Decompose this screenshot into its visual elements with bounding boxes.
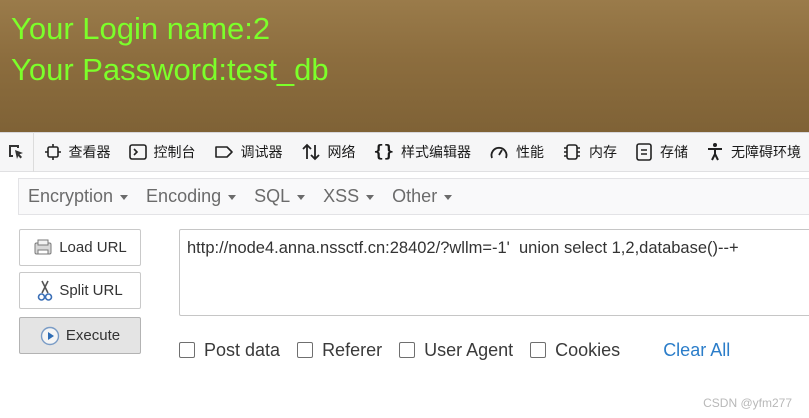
performance-icon bbox=[490, 146, 508, 159]
url-text: http://node4.anna.nssctf.cn:28402/?wllm=… bbox=[187, 239, 739, 257]
clear-all-link[interactable]: Clear All bbox=[663, 340, 730, 361]
tab-console-label: 控制台 bbox=[153, 145, 196, 161]
tab-debugger-label: 调试器 bbox=[240, 145, 283, 161]
request-options: Post data Referer User Agent Cookies Cle… bbox=[179, 338, 730, 362]
tab-memory[interactable]: 内存 bbox=[552, 132, 625, 172]
scissors-icon bbox=[38, 280, 53, 301]
tab-debugger[interactable]: 调试器 bbox=[204, 132, 291, 172]
execute-button[interactable]: Execute bbox=[19, 317, 141, 354]
tab-network[interactable]: 网络 bbox=[291, 132, 364, 172]
chevron-down-icon bbox=[366, 195, 375, 200]
user-agent-option[interactable]: User Agent bbox=[399, 340, 513, 361]
menu-other-label: Other bbox=[392, 186, 438, 206]
memory-icon bbox=[564, 144, 580, 160]
page-output: Your Login name:2 Your Password:test_db bbox=[0, 0, 809, 132]
referer-checkbox[interactable] bbox=[297, 342, 314, 358]
menu-xss-label: XSS bbox=[323, 186, 360, 206]
tab-accessibility[interactable]: 无障碍环境 bbox=[696, 132, 809, 172]
tab-accessibility-label: 无障碍环境 bbox=[731, 145, 801, 161]
menu-xss[interactable]: XSS bbox=[314, 178, 383, 215]
cookies-checkbox[interactable] bbox=[530, 342, 547, 358]
referer-label: Referer bbox=[322, 339, 383, 360]
chevron-down-icon bbox=[444, 195, 453, 200]
user-agent-checkbox[interactable] bbox=[399, 342, 416, 358]
devtools-toolbar: 查看器 控制台 调试器 网络 {} 样式编辑器 性能 内存 存储 无障碍环境 bbox=[0, 132, 809, 172]
menu-sql-label: SQL bbox=[254, 186, 291, 206]
play-icon bbox=[40, 326, 60, 345]
execute-label: Execute bbox=[65, 327, 121, 344]
menu-other[interactable]: Other bbox=[383, 178, 461, 215]
post-data-checkbox[interactable] bbox=[179, 342, 195, 358]
hackbar-menubar: Encryption Encoding SQL XSS Other bbox=[18, 178, 809, 215]
tab-storage[interactable]: 存储 bbox=[625, 132, 696, 172]
style-editor-icon: {} bbox=[373, 142, 394, 162]
tab-memory-label: 内存 bbox=[589, 145, 617, 161]
post-data-option[interactable]: Post data bbox=[179, 340, 280, 361]
login-name-text: Your Login name:2 bbox=[11, 11, 271, 46]
accessibility-icon bbox=[708, 143, 722, 161]
tab-inspector[interactable]: 查看器 bbox=[34, 132, 119, 172]
network-icon bbox=[301, 143, 320, 161]
tab-performance-label: 性能 bbox=[516, 145, 544, 161]
tab-inspector-label: 查看器 bbox=[68, 145, 111, 161]
menu-encryption[interactable]: Encryption bbox=[19, 178, 137, 215]
chevron-down-icon bbox=[297, 195, 306, 200]
hackbar-panel: Encryption Encoding SQL XSS Other Load U… bbox=[0, 172, 809, 418]
tab-network-label: 网络 bbox=[327, 145, 356, 161]
cookies-label: Cookies bbox=[555, 339, 621, 360]
password-text: Your Password:test_db bbox=[11, 52, 329, 87]
console-icon bbox=[128, 144, 147, 160]
chevron-down-icon bbox=[120, 195, 129, 200]
load-url-icon bbox=[34, 239, 52, 254]
menu-encoding[interactable]: Encoding bbox=[137, 178, 245, 215]
menu-encryption-label: Encryption bbox=[28, 186, 114, 206]
cookies-option[interactable]: Cookies bbox=[530, 340, 620, 361]
split-url-label: Split URL bbox=[59, 282, 123, 299]
tab-storage-label: 存储 bbox=[660, 145, 688, 161]
tab-style-editor-label: 样式编辑器 bbox=[401, 145, 471, 161]
referer-option[interactable]: Referer bbox=[297, 340, 382, 361]
tab-console[interactable]: 控制台 bbox=[119, 132, 204, 172]
user-agent-label: User Agent bbox=[424, 339, 514, 360]
screen: Your Login name:2 Your Password:test_db … bbox=[0, 0, 809, 418]
inspector-icon bbox=[44, 144, 61, 160]
menu-encoding-label: Encoding bbox=[146, 186, 222, 206]
split-url-button[interactable]: Split URL bbox=[19, 272, 141, 309]
debugger-icon bbox=[214, 146, 233, 158]
tab-performance[interactable]: 性能 bbox=[479, 132, 552, 172]
storage-icon bbox=[636, 143, 652, 161]
load-url-label: Load URL bbox=[59, 239, 127, 256]
url-textarea[interactable]: http://node4.anna.nssctf.cn:28402/?wllm=… bbox=[179, 229, 809, 316]
element-picker-button[interactable] bbox=[0, 132, 34, 172]
watermark: CSDN @yfm277 bbox=[703, 396, 792, 410]
menu-sql[interactable]: SQL bbox=[245, 178, 314, 215]
element-picker-icon bbox=[9, 145, 24, 159]
post-data-label: Post data bbox=[204, 339, 281, 360]
chevron-down-icon bbox=[228, 195, 237, 200]
tab-style-editor[interactable]: {} 样式编辑器 bbox=[364, 132, 479, 172]
load-url-button[interactable]: Load URL bbox=[19, 229, 141, 266]
